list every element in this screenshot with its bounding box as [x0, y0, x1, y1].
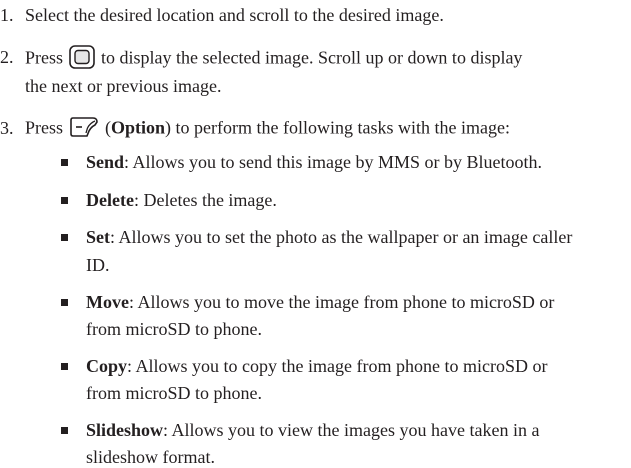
bullet-square-icon: [61, 159, 68, 167]
option-label: Option: [111, 117, 166, 138]
bullet-square-icon: [61, 363, 68, 371]
step-number: 3.: [0, 117, 14, 138]
bullet-desc: : Allows you to view the images you have…: [163, 420, 540, 441]
bullet-term: Send: [86, 152, 125, 173]
step-3: 3. Press (Option) to perform the following…: [0, 116, 510, 143]
bullet-desc: : Allows you to send this image by MMS o…: [124, 152, 543, 173]
bullet-move-continuation: from microSD to phone.: [86, 318, 262, 340]
bullet-desc: : Deletes the image.: [133, 190, 277, 211]
bullet-square-icon: [61, 234, 68, 242]
manual-page: 1. Select the desired location and scroll…: [0, 0, 631, 468]
step-number: 1.: [0, 4, 14, 25]
bullet-desc-cont: slideshow format.: [86, 447, 215, 467]
bullet-square-icon: [61, 299, 68, 307]
step-text-cont: the next or previous image.: [25, 76, 222, 97]
bullet-desc-cont: from microSD to phone.: [86, 319, 262, 340]
step-number: 2.: [0, 47, 14, 68]
bullet-term: Move: [86, 292, 129, 313]
step-2: 2. Press to display the selected image. Sc…: [0, 44, 523, 74]
step-text-post: to perform the following tasks with the …: [175, 117, 510, 138]
left-soft-key-icon: [69, 116, 99, 143]
bullet-desc-cont: ID.: [86, 255, 110, 276]
bullet-term: Slideshow: [86, 420, 164, 441]
bullet-term: Delete: [86, 190, 134, 211]
step-text-post: to display the selected image. Scroll up…: [101, 47, 523, 68]
paren-close: ): [165, 117, 172, 138]
bullet-desc: : Allows you to set the photo as the wal…: [110, 227, 573, 248]
step-2-continuation: the next or previous image.: [25, 75, 221, 97]
bullet-square-icon: [61, 197, 68, 205]
bullet-set-continuation: ID.: [86, 254, 110, 276]
bullet-copy-continuation: from microSD to phone.: [86, 382, 262, 404]
bullet-term: Copy: [86, 356, 128, 377]
step-text-pre: Press: [25, 47, 64, 68]
bullet-square-icon: [61, 427, 68, 435]
bullet-desc: : Allows you to move the image from phon…: [128, 292, 555, 313]
bullet-slideshow-continuation: slideshow format.: [86, 446, 215, 468]
bullet-term: Set: [86, 227, 110, 248]
bullet-desc: : Allows you to copy the image from phon…: [127, 356, 548, 377]
step-text-pre: Press: [25, 117, 64, 138]
center-select-key-icon: [69, 44, 95, 74]
bullet-desc-cont: from microSD to phone.: [86, 383, 262, 404]
step-1: 1. Select the desired location and scroll…: [0, 4, 444, 26]
step-text: Select the desired location and scroll t…: [25, 4, 444, 25]
